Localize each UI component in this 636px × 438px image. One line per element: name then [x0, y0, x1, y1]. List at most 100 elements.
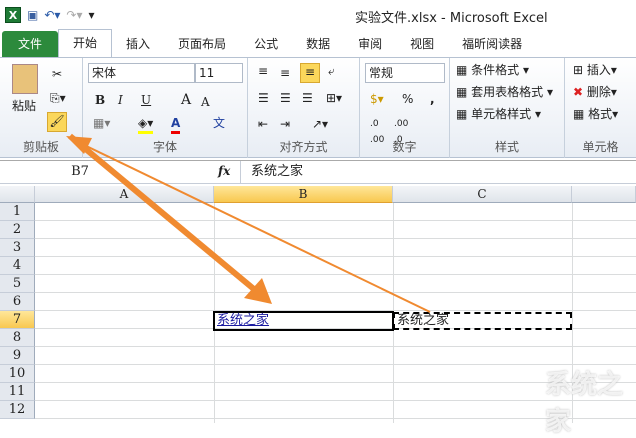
orientation-icon[interactable]: ↗▾	[312, 116, 328, 132]
select-all-button[interactable]	[0, 186, 35, 203]
increase-indent-icon[interactable]: ⇥	[280, 116, 290, 132]
fill-color-icon[interactable]: ◈▾	[138, 115, 154, 134]
customize-toolbar-icon[interactable]: ▾	[89, 8, 95, 22]
cell-styles-button[interactable]: ▦ 单元格样式 ▾	[456, 106, 541, 122]
row-header-11[interactable]: 11	[0, 383, 35, 401]
cell-styles-label: 单元格样式	[471, 107, 532, 121]
tab-insert[interactable]: 插入	[112, 31, 164, 57]
title-bar: X ▣ ↶▾ ↷▾ ▾ 实验文件.xlsx - Microsoft Excel	[0, 0, 636, 30]
formula-bar: B7 fx 系统之家	[0, 160, 636, 184]
format-as-table-button[interactable]: ▦ 套用表格格式 ▾	[456, 84, 553, 100]
window-title: 实验文件.xlsx - Microsoft Excel	[355, 11, 548, 26]
wrap-text-icon[interactable]: ⤶	[328, 63, 335, 79]
underline-button[interactable]: U	[141, 92, 151, 108]
gridline	[35, 274, 636, 275]
paste-button[interactable]: 粘贴	[12, 98, 36, 114]
align-right-icon[interactable]: ☰	[302, 90, 313, 106]
column-header-c[interactable]: C	[393, 186, 572, 203]
align-middle-icon[interactable]: ≡	[280, 65, 290, 81]
formula-input[interactable]: 系统之家	[240, 161, 636, 183]
column-header-d[interactable]	[572, 186, 636, 203]
gridline	[35, 220, 636, 221]
row-header-8[interactable]: 8	[0, 329, 35, 347]
clipboard-label: 剪贴板	[22, 140, 59, 154]
phonetic-button[interactable]: 文	[213, 115, 225, 131]
row-header-3[interactable]: 3	[0, 239, 35, 257]
conditional-format-label: 条件格式	[471, 63, 520, 77]
row-header-12[interactable]: 12	[0, 401, 35, 419]
tab-file[interactable]: 文件	[2, 31, 59, 57]
cells-group: ⊞ 插入▾ ✖ 删除▾ ▦ 格式▾ 单元格	[565, 58, 636, 158]
excel-logo-icon: X	[5, 7, 21, 23]
cell-b7[interactable]: 系统之家	[215, 312, 269, 330]
align-bottom-icon[interactable]: ≡	[300, 63, 320, 83]
watermark: 系统之家	[545, 370, 624, 437]
fx-button[interactable]: fx	[218, 164, 230, 178]
format-cells-button[interactable]: ▦ 格式▾	[573, 106, 618, 122]
alignment-label: 对齐方式	[279, 140, 328, 154]
bold-button[interactable]: B	[95, 92, 105, 108]
number-group: 常规 $▾ % , .0.00 .00.0 数字	[360, 58, 450, 158]
tab-data[interactable]: 数据	[292, 31, 344, 57]
redo-icon[interactable]: ↷▾	[66, 8, 82, 22]
tab-home[interactable]: 开始	[58, 29, 113, 57]
name-box[interactable]: B7	[0, 161, 160, 183]
gridline	[35, 256, 636, 257]
align-top-icon[interactable]: ≡	[258, 63, 268, 79]
insert-cells-button[interactable]: ⊞ 插入▾	[573, 62, 617, 78]
italic-button[interactable]: I	[118, 92, 123, 108]
save-icon[interactable]: ▣	[27, 8, 38, 22]
format-as-table-label: 套用表格格式	[471, 85, 544, 99]
cells-label: 单元格	[582, 140, 619, 154]
format-painter-icon[interactable]: 🖌	[47, 112, 67, 132]
row-header-2[interactable]: 2	[0, 221, 35, 239]
decrease-indent-icon[interactable]: ⇤	[258, 116, 268, 132]
row-header-9[interactable]: 9	[0, 347, 35, 365]
merge-center-icon[interactable]: ⊞▾	[326, 90, 342, 106]
conditional-format-button[interactable]: ▦ 条件格式 ▾	[456, 62, 529, 78]
gridline	[35, 292, 636, 293]
grow-font-button[interactable]: A	[181, 92, 191, 108]
align-center-icon[interactable]: ☰	[280, 90, 291, 106]
font-color-button[interactable]: A	[171, 115, 181, 134]
number-format-select[interactable]: 常规	[365, 63, 445, 83]
percent-button[interactable]: %	[402, 91, 413, 107]
row-header-7[interactable]: 7	[0, 311, 35, 329]
row-header-1[interactable]: 1	[0, 203, 35, 221]
alignment-group: ≡ ≡ ≡ ⤶ ☰ ☰ ☰ ⊞▾ ⇤ ⇥ ↗▾ 对齐方式	[248, 58, 360, 158]
column-header-b[interactable]: B	[214, 186, 393, 203]
styles-group: ▦ 条件格式 ▾ ▦ 套用表格格式 ▾ ▦ 单元格样式 ▾ 样式	[450, 58, 565, 158]
accounting-format-icon[interactable]: $▾	[370, 91, 384, 107]
tab-foxit[interactable]: 福昕阅读器	[448, 31, 536, 57]
copy-icon[interactable]: ⎘▾	[50, 90, 66, 106]
column-header-a[interactable]: A	[35, 186, 214, 203]
tab-formulas[interactable]: 公式	[240, 31, 292, 57]
number-label: 数字	[392, 140, 417, 154]
paste-icon[interactable]	[12, 64, 38, 94]
font-group: 宋体 11 B I U A A ▦▾ ◈▾ A 文 字体	[83, 58, 248, 158]
ribbon: 粘贴 ✂ ⎘▾ 🖌 剪贴板 宋体 11 B I U A A ▦▾ ◈▾ A 文 …	[0, 58, 636, 158]
comma-button[interactable]: ,	[430, 91, 435, 107]
shrink-font-button[interactable]: A	[201, 94, 210, 110]
row-header-5[interactable]: 5	[0, 275, 35, 293]
cut-icon[interactable]: ✂	[52, 66, 62, 82]
borders-icon[interactable]: ▦▾	[93, 115, 110, 131]
undo-icon[interactable]: ↶▾	[44, 8, 60, 22]
gridline	[35, 346, 636, 347]
tab-review[interactable]: 审阅	[344, 31, 396, 57]
row-header-10[interactable]: 10	[0, 365, 35, 383]
row-header-4[interactable]: 4	[0, 257, 35, 275]
cell-c7[interactable]: 系统之家	[395, 312, 449, 330]
ribbon-tabs: 文件 开始 插入 页面布局 公式 数据 审阅 视图 福昕阅读器	[0, 29, 636, 58]
gridline	[35, 238, 636, 239]
font-size-select[interactable]: 11	[195, 63, 243, 83]
tab-page-layout[interactable]: 页面布局	[164, 31, 240, 57]
font-name-select[interactable]: 宋体	[88, 63, 195, 83]
format-cells-label: 格式	[588, 107, 613, 121]
tab-view[interactable]: 视图	[396, 31, 448, 57]
row-header-6[interactable]: 6	[0, 293, 35, 311]
align-left-icon[interactable]: ☰	[258, 90, 269, 106]
thick-arrow-head	[244, 278, 272, 304]
font-label: 字体	[152, 140, 177, 154]
delete-cells-button[interactable]: ✖ 删除▾	[573, 84, 617, 100]
